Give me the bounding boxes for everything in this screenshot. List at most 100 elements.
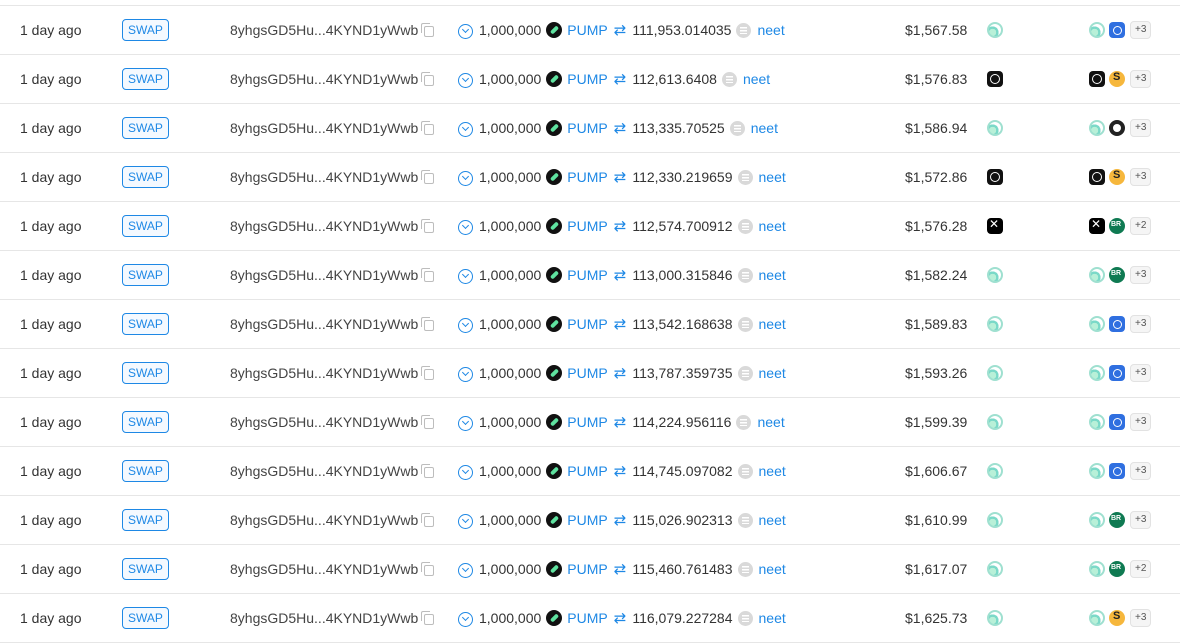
more-routes-badge[interactable]: +2 (1130, 217, 1152, 235)
chevron-down-icon[interactable] (458, 121, 473, 137)
dice-icon[interactable] (987, 217, 1003, 234)
token-out-link[interactable]: neet (757, 414, 784, 430)
blue-shield-icon (1109, 22, 1125, 38)
more-routes-badge[interactable]: +3 (1130, 21, 1152, 39)
token-out-link[interactable]: neet (759, 463, 786, 479)
token-out-link[interactable]: neet (759, 169, 786, 185)
swap-badge: SWAP (122, 19, 169, 41)
signature-link[interactable]: 8yhgsGD5Hu...4KYND1yWwb (230, 120, 418, 136)
token-in-link[interactable]: PUMP (567, 71, 607, 87)
more-routes-badge[interactable]: +3 (1130, 168, 1152, 186)
token-in-link[interactable]: PUMP (567, 316, 607, 332)
copy-icon[interactable] (421, 414, 435, 429)
token-in-link[interactable]: PUMP (567, 610, 607, 626)
signature-link[interactable]: 8yhgsGD5Hu...4KYND1yWwb (230, 512, 418, 528)
token-out-link[interactable]: neet (759, 512, 786, 528)
signature-link[interactable]: 8yhgsGD5Hu...4KYND1yWwb (230, 414, 418, 430)
copy-icon[interactable] (421, 218, 435, 233)
wave-icon[interactable] (987, 267, 1003, 283)
chevron-down-icon[interactable] (458, 219, 473, 235)
copy-icon[interactable] (421, 561, 435, 576)
black-shield-icon[interactable] (987, 169, 1003, 185)
token-out-link[interactable]: neet (743, 71, 770, 87)
more-routes-badge[interactable]: +3 (1130, 364, 1152, 382)
wave-icon[interactable] (987, 414, 1003, 430)
wave-icon[interactable] (987, 22, 1003, 38)
more-routes-badge[interactable]: +3 (1130, 462, 1152, 480)
more-routes-badge[interactable]: +3 (1130, 266, 1152, 284)
black-shield-icon[interactable] (987, 71, 1003, 87)
more-routes-badge[interactable]: +3 (1130, 511, 1152, 529)
token-out-link[interactable]: neet (759, 267, 786, 283)
copy-icon[interactable] (421, 169, 435, 184)
amount-in: 1,000,000 (479, 463, 542, 479)
amount-in: 1,000,000 (479, 71, 542, 87)
amount-in: 1,000,000 (479, 561, 542, 577)
token-in-link[interactable]: PUMP (567, 414, 607, 430)
signature-link[interactable]: 8yhgsGD5Hu...4KYND1yWwb (230, 316, 418, 332)
signature-cell: 8yhgsGD5Hu...4KYND1yWwb (230, 594, 435, 642)
amount-in: 1,000,000 (479, 120, 542, 136)
signature-link[interactable]: 8yhgsGD5Hu...4KYND1yWwb (230, 71, 418, 87)
token-in-link[interactable]: PUMP (567, 22, 607, 38)
chevron-down-icon[interactable] (458, 415, 473, 431)
copy-icon[interactable] (421, 316, 435, 331)
copy-icon[interactable] (421, 463, 435, 478)
token-in-link[interactable]: PUMP (567, 561, 607, 577)
chevron-down-icon[interactable] (458, 268, 473, 284)
token-in-link[interactable]: PUMP (567, 365, 607, 381)
time-cell: 1 day ago (20, 153, 82, 201)
token-out-link[interactable]: neet (759, 610, 786, 626)
copy-icon[interactable] (421, 610, 435, 625)
token-in-link[interactable]: PUMP (567, 463, 607, 479)
wave-icon[interactable] (987, 610, 1003, 626)
signature-link[interactable]: 8yhgsGD5Hu...4KYND1yWwb (230, 365, 418, 381)
signature-link[interactable]: 8yhgsGD5Hu...4KYND1yWwb (230, 218, 418, 234)
signature-link[interactable]: 8yhgsGD5Hu...4KYND1yWwb (230, 169, 418, 185)
chevron-down-icon[interactable] (458, 170, 473, 186)
signature-link[interactable]: 8yhgsGD5Hu...4KYND1yWwb (230, 463, 418, 479)
token-in-link[interactable]: PUMP (567, 120, 607, 136)
token-in-link[interactable]: PUMP (567, 512, 607, 528)
more-routes-badge[interactable]: +3 (1130, 119, 1152, 137)
token-out-link[interactable]: neet (757, 22, 784, 38)
copy-icon[interactable] (421, 512, 435, 527)
wave-icon[interactable] (987, 365, 1003, 381)
token-in-link[interactable]: PUMP (567, 218, 607, 234)
more-routes-badge[interactable]: +3 (1130, 315, 1152, 333)
signature-link[interactable]: 8yhgsGD5Hu...4KYND1yWwb (230, 267, 418, 283)
signature-link[interactable]: 8yhgsGD5Hu...4KYND1yWwb (230, 561, 418, 577)
copy-icon[interactable] (421, 120, 435, 135)
copy-icon[interactable] (421, 365, 435, 380)
token-out-link[interactable]: neet (759, 316, 786, 332)
chevron-down-icon[interactable] (458, 72, 473, 88)
chevron-down-icon[interactable] (458, 513, 473, 529)
wave-icon[interactable] (987, 316, 1003, 332)
copy-icon[interactable] (421, 267, 435, 282)
token-in-link[interactable]: PUMP (567, 169, 607, 185)
signature-link[interactable]: 8yhgsGD5Hu...4KYND1yWwb (230, 610, 418, 626)
chevron-down-icon[interactable] (458, 611, 473, 627)
more-routes-badge[interactable]: +3 (1130, 70, 1152, 88)
wave-icon[interactable] (987, 120, 1003, 136)
more-routes-badge[interactable]: +3 (1130, 609, 1152, 627)
wave-icon[interactable] (987, 561, 1003, 577)
copy-icon[interactable] (421, 22, 435, 37)
token-out-link[interactable]: neet (759, 561, 786, 577)
signature-link[interactable]: 8yhgsGD5Hu...4KYND1yWwb (230, 22, 418, 38)
chevron-down-icon[interactable] (458, 464, 473, 480)
pump-token-icon (546, 561, 563, 577)
chevron-down-icon[interactable] (458, 562, 473, 578)
token-out-link[interactable]: neet (759, 218, 786, 234)
token-out-link[interactable]: neet (759, 365, 786, 381)
chevron-down-icon[interactable] (458, 366, 473, 382)
chevron-down-icon[interactable] (458, 23, 473, 39)
token-in-link[interactable]: PUMP (567, 267, 607, 283)
more-routes-badge[interactable]: +2 (1130, 560, 1152, 578)
copy-icon[interactable] (421, 71, 435, 86)
more-routes-badge[interactable]: +3 (1130, 413, 1152, 431)
wave-icon[interactable] (987, 463, 1003, 479)
token-out-link[interactable]: neet (751, 120, 778, 136)
wave-icon[interactable] (987, 512, 1003, 528)
chevron-down-icon[interactable] (458, 317, 473, 333)
